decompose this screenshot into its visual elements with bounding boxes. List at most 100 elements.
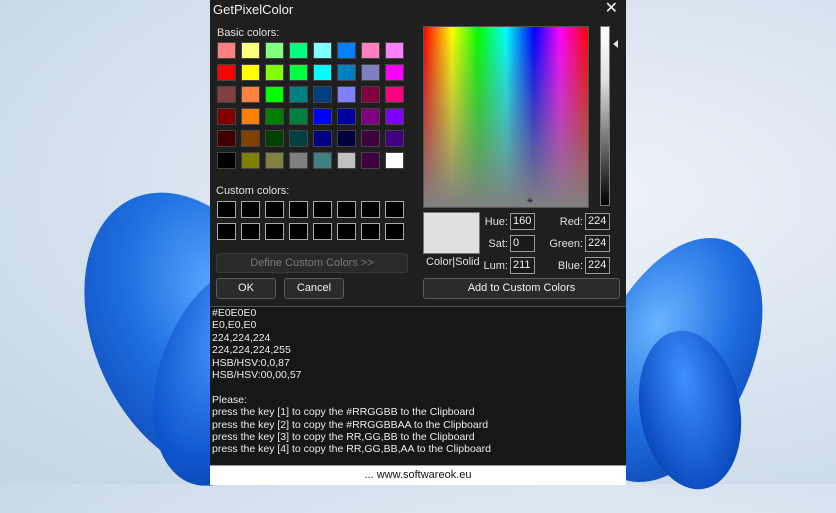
basic-color-swatch[interactable] <box>265 108 284 125</box>
output-line: #E0E0E0 <box>212 307 257 319</box>
output-line: 224,224,224 <box>212 331 271 344</box>
blue-field[interactable]: 224 <box>585 257 610 274</box>
output-line: press the key [3] to copy the RR,GG,BB t… <box>212 430 475 443</box>
lum-field[interactable]: 211 <box>510 257 535 274</box>
output-line: Please: <box>212 393 248 406</box>
close-icon[interactable]: ✕ <box>605 0 618 18</box>
basic-color-swatch[interactable] <box>217 130 236 147</box>
basic-color-swatch[interactable] <box>289 64 308 81</box>
basic-color-swatch[interactable] <box>217 64 236 81</box>
custom-color-swatch[interactable] <box>313 223 332 240</box>
basic-color-swatch[interactable] <box>313 108 332 125</box>
output-line: HSB/HSV:00,00,57 <box>212 368 302 381</box>
custom-color-swatch[interactable] <box>385 223 404 240</box>
basic-color-swatch[interactable] <box>217 152 236 169</box>
basic-color-swatch[interactable] <box>385 64 404 81</box>
custom-color-swatch[interactable] <box>361 201 380 218</box>
basic-color-swatch[interactable] <box>265 42 284 59</box>
basic-color-swatch[interactable] <box>385 42 404 59</box>
basic-color-swatch[interactable] <box>337 42 356 59</box>
lum-label: Lum: <box>483 260 508 272</box>
basic-color-swatch[interactable] <box>361 64 380 81</box>
define-custom-colors-button[interactable]: Define Custom Colors >> <box>216 253 408 273</box>
basic-color-swatch[interactable] <box>385 108 404 125</box>
custom-color-swatch[interactable] <box>217 201 236 218</box>
color-spectrum[interactable] <box>423 26 589 208</box>
basic-color-swatch[interactable] <box>241 108 260 125</box>
basic-color-swatch[interactable] <box>217 108 236 125</box>
title-bar[interactable]: GetPixelColor ✕ <box>210 0 626 20</box>
basic-color-swatch[interactable] <box>361 152 380 169</box>
custom-color-swatch[interactable] <box>241 201 260 218</box>
basic-color-swatch[interactable] <box>241 152 260 169</box>
cancel-button[interactable]: Cancel <box>284 278 344 299</box>
basic-color-swatch[interactable] <box>265 152 284 169</box>
custom-colors-grid <box>217 201 404 240</box>
custom-color-swatch[interactable] <box>289 223 308 240</box>
basic-color-swatch[interactable] <box>361 108 380 125</box>
add-to-custom-colors-button[interactable]: Add to Custom Colors <box>423 278 620 299</box>
basic-color-swatch[interactable] <box>361 42 380 59</box>
basic-color-swatch[interactable] <box>313 86 332 103</box>
basic-color-swatch[interactable] <box>241 86 260 103</box>
output-line: press the key [1] to copy the #RRGGBB to… <box>212 406 475 419</box>
website-link[interactable]: ... www.softwareok.eu <box>210 465 626 485</box>
luminosity-slider[interactable] <box>600 26 610 206</box>
custom-color-swatch[interactable] <box>265 201 284 218</box>
basic-color-swatch[interactable] <box>337 130 356 147</box>
basic-color-swatch[interactable] <box>313 64 332 81</box>
custom-color-swatch[interactable] <box>217 223 236 240</box>
basic-color-swatch[interactable] <box>385 130 404 147</box>
red-field[interactable]: 224 <box>585 213 610 230</box>
color-solid-label: Color|Solid <box>426 256 480 268</box>
custom-color-swatch[interactable] <box>289 201 308 218</box>
luminosity-arrow-icon[interactable] <box>613 40 618 48</box>
hue-label: Hue: <box>484 216 508 228</box>
green-field[interactable]: 224 <box>585 235 610 252</box>
sat-label: Sat: <box>488 238 508 250</box>
basic-color-swatch[interactable] <box>289 152 308 169</box>
basic-color-swatch[interactable] <box>361 86 380 103</box>
basic-color-swatch[interactable] <box>241 64 260 81</box>
basic-color-swatch[interactable] <box>337 152 356 169</box>
sat-field[interactable]: 0 <box>510 235 535 252</box>
color-output-text[interactable]: #E0E0E0 E0,E0,E0 224,224,224 224,224,224,25… <box>210 306 626 465</box>
hue-field[interactable]: 160 <box>510 213 535 230</box>
custom-color-swatch[interactable] <box>385 201 404 218</box>
basic-color-swatch[interactable] <box>289 108 308 125</box>
custom-color-swatch[interactable] <box>337 223 356 240</box>
output-line: E0,E0,E0 <box>212 319 257 332</box>
basic-color-swatch[interactable] <box>385 86 404 103</box>
basic-color-swatch[interactable] <box>289 42 308 59</box>
basic-color-swatch[interactable] <box>313 152 332 169</box>
basic-colors-grid <box>217 42 404 169</box>
basic-color-swatch[interactable] <box>289 86 308 103</box>
basic-color-swatch[interactable] <box>337 108 356 125</box>
basic-color-swatch[interactable] <box>313 42 332 59</box>
basic-color-swatch[interactable] <box>265 130 284 147</box>
crosshair-icon: ⌖ <box>527 195 534 207</box>
basic-color-swatch[interactable] <box>265 86 284 103</box>
basic-color-swatch[interactable] <box>217 86 236 103</box>
window-title: GetPixelColor <box>213 2 294 17</box>
custom-color-swatch[interactable] <box>361 223 380 240</box>
custom-color-swatch[interactable] <box>241 223 260 240</box>
basic-color-swatch[interactable] <box>265 64 284 81</box>
basic-color-swatch[interactable] <box>337 64 356 81</box>
getpixelcolor-window: GetPixelColor ✕ Basic colors: Custom col… <box>210 0 626 485</box>
basic-color-swatch[interactable] <box>313 130 332 147</box>
basic-color-swatch[interactable] <box>241 130 260 147</box>
custom-color-swatch[interactable] <box>337 201 356 218</box>
color-preview <box>423 212 480 254</box>
basic-color-swatch[interactable] <box>289 130 308 147</box>
custom-color-swatch[interactable] <box>265 223 284 240</box>
basic-color-swatch[interactable] <box>361 130 380 147</box>
basic-color-swatch[interactable] <box>241 42 260 59</box>
ok-button[interactable]: OK <box>216 278 276 299</box>
output-line: 224,224,224,255 <box>212 344 291 357</box>
basic-color-swatch[interactable] <box>217 42 236 59</box>
basic-color-swatch[interactable] <box>337 86 356 103</box>
custom-color-swatch[interactable] <box>313 201 332 218</box>
basic-color-swatch[interactable] <box>385 152 404 169</box>
